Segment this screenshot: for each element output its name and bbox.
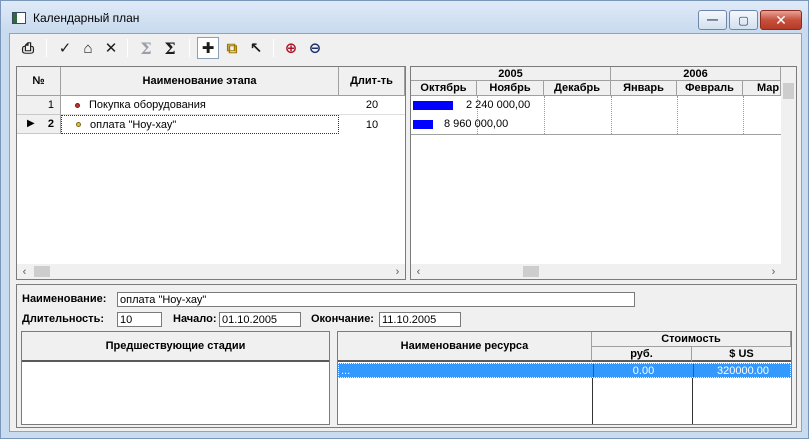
scroll-right-icon[interactable]: › bbox=[766, 264, 781, 279]
resource-name: ... bbox=[341, 364, 351, 377]
start-label: Начало: bbox=[173, 313, 217, 325]
client-area: ⎙ ✓ ⌂ ✕ Σ Σ ✚ ⧉ ↖ ⊕ ⊖ № Наименование эта… bbox=[9, 33, 802, 432]
zoom-out-button[interactable]: ⊖ bbox=[304, 37, 326, 59]
predecessors-table[interactable]: Предшествующие стадии bbox=[21, 331, 330, 425]
delete-button[interactable]: ✕ bbox=[100, 37, 122, 59]
pointer-button[interactable]: ↖ bbox=[245, 37, 267, 59]
gantt-bar[interactable] bbox=[413, 101, 453, 110]
table-row[interactable]: 1 Покупка оборудования 20 bbox=[17, 96, 405, 115]
scroll-left-icon[interactable]: ‹ bbox=[411, 264, 426, 279]
stage-marker-icon bbox=[75, 102, 80, 108]
table-row-selected[interactable]: ▶ 2 оплата "Ноу-хау" 10 bbox=[17, 115, 405, 134]
toolbar: ⎙ ✓ ⌂ ✕ Σ Σ ✚ ⧉ ↖ ⊕ ⊖ bbox=[10, 34, 801, 64]
duration-field[interactable] bbox=[117, 312, 162, 327]
minimize-icon: — bbox=[707, 14, 718, 26]
app-icon bbox=[12, 12, 26, 24]
rub-header: руб. bbox=[592, 347, 692, 362]
month-header: Февраль bbox=[677, 81, 743, 96]
window-title: Календарный план bbox=[33, 11, 140, 25]
gantt-bar[interactable] bbox=[413, 120, 433, 129]
year-header: 2006 bbox=[611, 67, 781, 81]
maximize-icon: ▢ bbox=[738, 14, 749, 27]
calendar-plan-window: Календарный план — ▢ ✕ ⎙ ✓ ⌂ ✕ Σ Σ ✚ ⧉ ↖… bbox=[0, 0, 809, 439]
month-header: Январь bbox=[611, 81, 677, 96]
month-header: Декабрь bbox=[544, 81, 611, 96]
close-icon: ✕ bbox=[775, 11, 787, 28]
stage-name-cell[interactable]: Покупка оборудования bbox=[61, 96, 339, 115]
check-icon: ✓ bbox=[58, 40, 72, 57]
hierarchy-icon: ⧉ bbox=[226, 39, 238, 57]
maximize-button[interactable]: ▢ bbox=[729, 10, 758, 30]
report-icon: ⎙ bbox=[21, 39, 34, 57]
stage-name-cell[interactable]: оплата "Ноу-хау" bbox=[61, 115, 339, 134]
col-num-header[interactable]: № bbox=[17, 67, 61, 96]
end-label: Окончание: bbox=[311, 313, 374, 325]
resources-table[interactable]: Наименование ресурса Стоимость руб. $ US… bbox=[337, 331, 792, 425]
col-name-header[interactable]: Наименование этапа bbox=[61, 67, 339, 96]
row-number-cell: ▶ 2 bbox=[17, 115, 61, 134]
zoom-in-button[interactable]: ⊕ bbox=[280, 37, 302, 59]
resource-usd: 320000.00 bbox=[693, 364, 792, 377]
title-bar[interactable]: Календарный план — ▢ ✕ bbox=[1, 1, 808, 33]
start-date-field[interactable] bbox=[219, 312, 301, 327]
usd-header: $ US bbox=[692, 347, 791, 362]
sigma-right-icon: Σ bbox=[164, 38, 176, 58]
details-panel: Наименование: Длительность: Начало: Окон… bbox=[16, 284, 797, 428]
scroll-right-icon[interactable]: › bbox=[390, 264, 405, 279]
stage-name: оплата "Ноу-хау" bbox=[90, 118, 177, 131]
pointer-icon: ↖ bbox=[249, 40, 263, 57]
sigma-left-icon: Σ bbox=[140, 38, 152, 58]
resource-name-header: Наименование ресурса bbox=[338, 332, 592, 362]
year-header: 2005 bbox=[411, 67, 611, 81]
stage-duration[interactable]: 10 bbox=[339, 115, 405, 134]
gantt-hscrollbar[interactable]: ‹ › bbox=[411, 264, 796, 279]
gantt-bar-label: 8 960 000,00 bbox=[444, 118, 509, 130]
name-field[interactable] bbox=[117, 292, 635, 307]
resource-rub: 0.00 bbox=[593, 364, 693, 377]
table-row-selected[interactable]: ... 0.00 320000.00 bbox=[338, 363, 791, 378]
scroll-thumb[interactable] bbox=[783, 83, 794, 99]
scroll-thumb[interactable] bbox=[34, 266, 50, 277]
zoom-out-icon: ⊖ bbox=[308, 40, 322, 57]
minimize-button[interactable]: — bbox=[698, 10, 727, 30]
scroll-left-icon[interactable]: ‹ bbox=[17, 264, 32, 279]
gantt-bar-label: 2 240 000,00 bbox=[466, 99, 531, 111]
confirm-button[interactable]: ✓ bbox=[54, 37, 76, 59]
add-button[interactable]: ✚ bbox=[197, 37, 219, 59]
month-header: Октябрь bbox=[411, 81, 477, 96]
factory-button[interactable]: ⌂ bbox=[77, 37, 99, 59]
col-duration-header[interactable]: Длит-ть bbox=[339, 67, 405, 96]
month-header: Ноябрь bbox=[477, 81, 544, 96]
stages-panel: № Наименование этапа Длит-ть 1 Покупка о… bbox=[16, 66, 406, 280]
row-number: 2 bbox=[47, 118, 54, 130]
current-row-arrow-icon: ▶ bbox=[27, 118, 35, 129]
name-label: Наименование: bbox=[22, 293, 107, 305]
close-button[interactable]: ✕ bbox=[760, 10, 802, 30]
stage-marker-icon bbox=[76, 122, 81, 127]
sum-right-button[interactable]: Σ bbox=[159, 37, 181, 59]
factory-icon: ⌂ bbox=[83, 39, 93, 57]
row-number: 1 bbox=[17, 96, 61, 115]
stage-duration[interactable]: 20 bbox=[339, 96, 405, 115]
month-header: Мар bbox=[743, 81, 781, 96]
sum-left-button[interactable]: Σ bbox=[135, 37, 157, 59]
duration-label: Длительность: bbox=[22, 313, 104, 325]
add-icon: ✚ bbox=[201, 40, 215, 57]
scroll-thumb[interactable] bbox=[523, 266, 539, 277]
hierarchy-button[interactable]: ⧉ bbox=[221, 37, 243, 59]
stages-hscrollbar[interactable]: ‹ › bbox=[17, 264, 405, 279]
delete-icon: ✕ bbox=[104, 40, 118, 57]
zoom-in-icon: ⊕ bbox=[284, 40, 298, 57]
gantt-panel: 2005 2006 Октябрь Ноябрь Декабрь Январь … bbox=[410, 66, 797, 280]
cost-header: Стоимость bbox=[592, 332, 791, 347]
gantt-vscrollbar[interactable] bbox=[781, 67, 796, 264]
report-button[interactable]: ⎙ bbox=[17, 37, 39, 59]
end-date-field[interactable] bbox=[379, 312, 461, 327]
stage-name: Покупка оборудования bbox=[89, 99, 206, 111]
predecessors-header: Предшествующие стадии bbox=[22, 332, 329, 362]
